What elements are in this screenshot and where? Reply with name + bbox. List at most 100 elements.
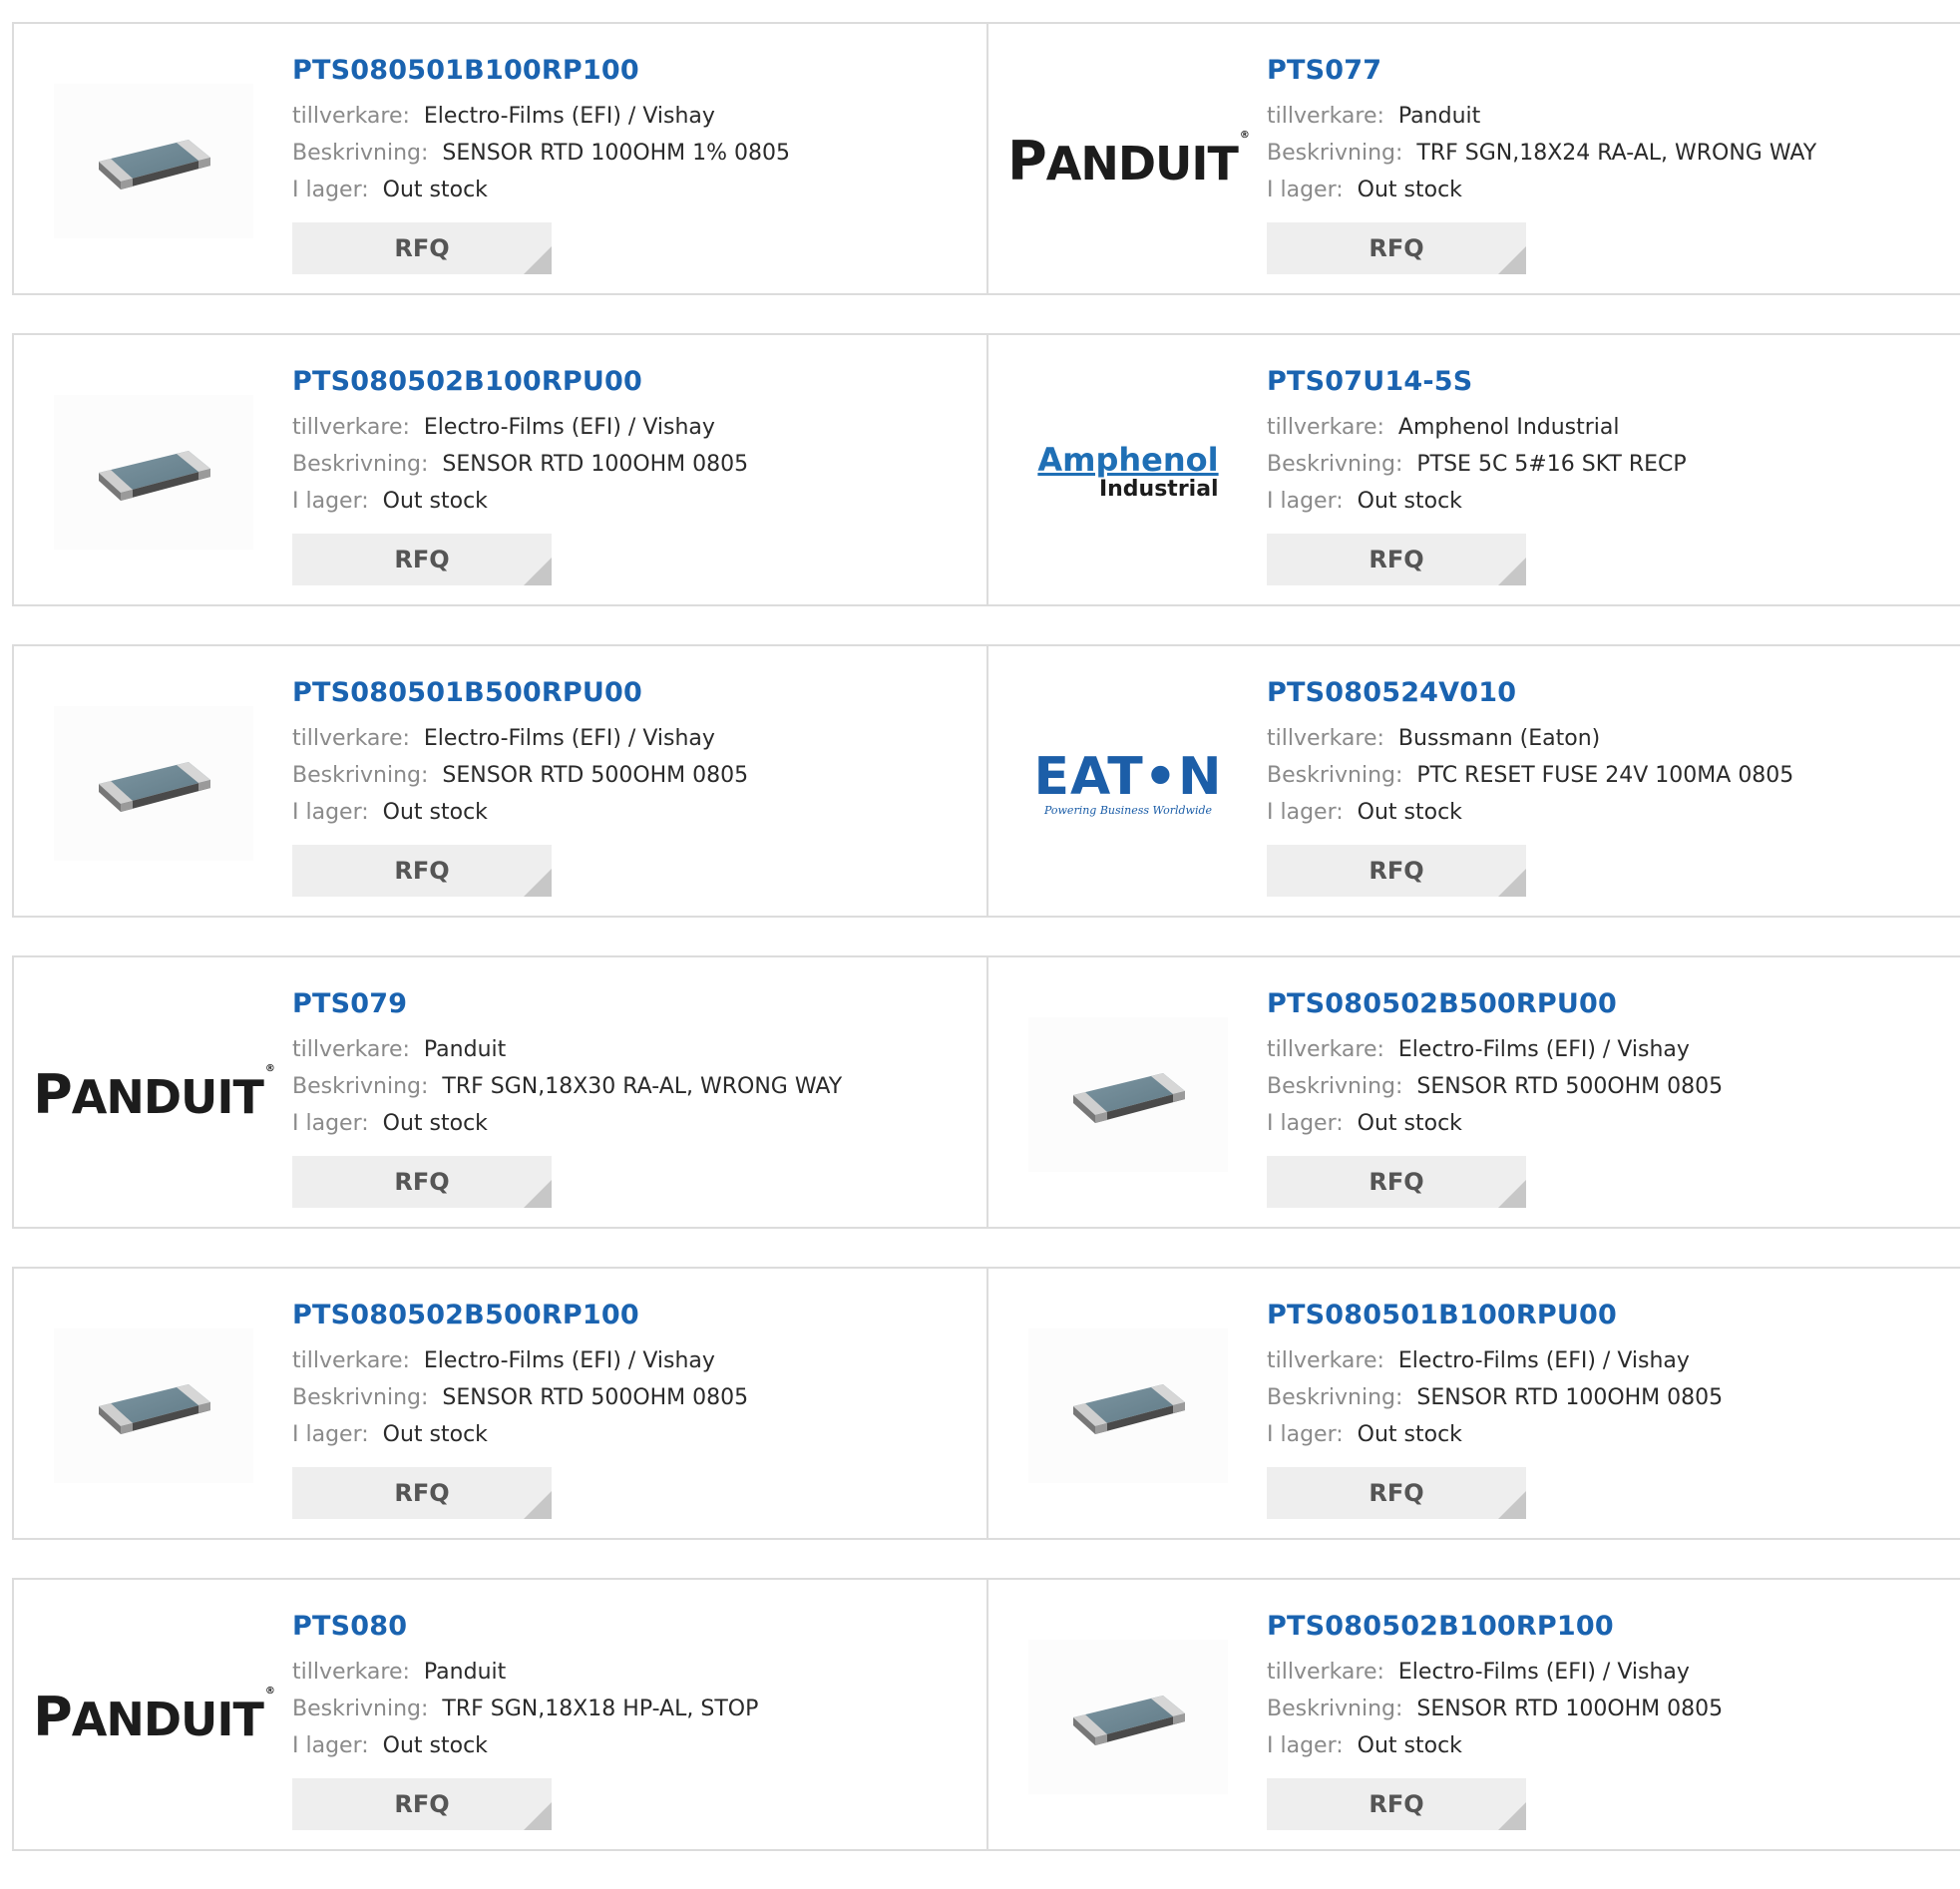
stock-value: Out stock — [1357, 178, 1462, 202]
stock-line: I lager: Out stock — [292, 1105, 842, 1142]
rfq-button[interactable]: RFQ — [1267, 1156, 1526, 1208]
rfq-button-label: RFQ — [1369, 857, 1424, 885]
rfq-button[interactable]: RFQ — [292, 845, 552, 897]
stock-line: I lager: Out stock — [1267, 1416, 1723, 1453]
manufacturer-value[interactable]: Panduit — [1398, 104, 1480, 129]
stock-value: Out stock — [382, 1733, 488, 1758]
product-row: PTS080501B500RPU00 tillverkare: Electro-Fi… — [12, 644, 1960, 918]
product-image[interactable] — [54, 1328, 253, 1483]
rfq-button[interactable]: RFQ — [292, 1156, 552, 1208]
description-label: Beskrivning: — [292, 1074, 429, 1099]
stock-line: I lager: Out stock — [1267, 1105, 1723, 1142]
part-number-link[interactable]: PTS079 — [292, 985, 842, 1023]
rfq-button[interactable]: RFQ — [1267, 534, 1526, 585]
description-line: Beskrivning: SENSOR RTD 100OHM 0805 — [1267, 1691, 1723, 1727]
manufacturer-label: tillverkare: — [1267, 1660, 1384, 1685]
part-number-link[interactable]: PTS080 — [292, 1608, 758, 1646]
product-image[interactable] — [1028, 1328, 1228, 1483]
rfq-button[interactable]: RFQ — [1267, 1467, 1526, 1519]
product-image[interactable]: PANDUIT® — [1007, 84, 1250, 238]
description-line: Beskrivning: TRF SGN,18X24 RA-AL, WRONG W… — [1267, 135, 1816, 172]
manufacturer-value[interactable]: Electro-Films (EFI) / Vishay — [424, 104, 715, 129]
product-card: PANDUIT® PTS077 tillverkare: Panduit Beskriv… — [988, 24, 1960, 293]
description-label: Beskrivning: — [292, 763, 429, 788]
part-number-link[interactable]: PTS080501B100RP100 — [292, 52, 790, 90]
rfq-button[interactable]: RFQ — [292, 222, 552, 274]
product-image[interactable] — [1028, 1640, 1228, 1794]
manufacturer-value[interactable]: Panduit — [424, 1660, 506, 1685]
manufacturer-value[interactable]: Electro-Films (EFI) / Vishay — [1398, 1348, 1690, 1373]
product-image[interactable] — [54, 706, 253, 861]
description-value: SENSOR RTD 100OHM 0805 — [1416, 1385, 1724, 1410]
manufacturer-label: tillverkare: — [1267, 1037, 1384, 1062]
description-line: Beskrivning: PTSE 5C 5#16 SKT RECP — [1267, 446, 1687, 483]
rfq-button[interactable]: RFQ — [1267, 1778, 1526, 1830]
part-number-link[interactable]: PTS080501B500RPU00 — [292, 674, 748, 712]
corner-triangle-icon — [1498, 1802, 1526, 1830]
product-info: PTS080 tillverkare: Panduit Beskrivning: TRF… — [292, 1608, 758, 1830]
manufacturer-line: tillverkare: Panduit — [1267, 98, 1816, 135]
product-info: PTS080501B100RPU00 tillverkare: Electro-Fi… — [1267, 1297, 1723, 1519]
stock-line: I lager: Out stock — [1267, 483, 1687, 520]
rfq-button[interactable]: RFQ — [1267, 222, 1526, 274]
manufacturer-line: tillverkare: Electro-Films (EFI) / Vishay — [292, 98, 790, 135]
product-image[interactable]: EAT•N Powering Business Worldwide — [1028, 706, 1228, 861]
rfq-button[interactable]: RFQ — [292, 1778, 552, 1830]
description-line: Beskrivning: SENSOR RTD 100OHM 0805 — [292, 446, 748, 483]
stock-line: I lager: Out stock — [1267, 172, 1816, 208]
corner-triangle-icon — [524, 1180, 552, 1208]
product-image[interactable] — [54, 84, 253, 238]
rfq-button[interactable]: RFQ — [1267, 845, 1526, 897]
manufacturer-value[interactable]: Electro-Films (EFI) / Vishay — [1398, 1037, 1690, 1062]
part-number-link[interactable]: PTS080501B100RPU00 — [1267, 1297, 1723, 1334]
rfq-button-label: RFQ — [394, 1790, 450, 1818]
rfq-button-label: RFQ — [1369, 234, 1424, 262]
corner-triangle-icon — [524, 1802, 552, 1830]
description-value: PTSE 5C 5#16 SKT RECP — [1416, 452, 1687, 477]
rfq-button[interactable]: RFQ — [292, 1467, 552, 1519]
product-info: PTS077 tillverkare: Panduit Beskrivning: TRF… — [1267, 52, 1816, 274]
description-label: Beskrivning: — [292, 452, 429, 477]
chip-resistor-image — [54, 1328, 253, 1483]
manufacturer-value[interactable]: Amphenol Industrial — [1398, 415, 1620, 440]
product-row: PTS080502B100RPU00 tillverkare: Electro-Fi… — [12, 333, 1960, 606]
panduit-logo: PANDUIT® — [33, 1686, 275, 1748]
product-image[interactable]: PANDUIT® — [33, 1640, 275, 1794]
rfq-button[interactable]: RFQ — [292, 534, 552, 585]
part-number-link[interactable]: PTS077 — [1267, 52, 1816, 90]
manufacturer-value[interactable]: Electro-Films (EFI) / Vishay — [1398, 1660, 1690, 1685]
manufacturer-value[interactable]: Electro-Films (EFI) / Vishay — [424, 415, 715, 440]
manufacturer-line: tillverkare: Panduit — [292, 1031, 842, 1068]
rfq-button-label: RFQ — [394, 1479, 450, 1507]
description-line: Beskrivning: TRF SGN,18X18 HP-AL, STOP — [292, 1691, 758, 1727]
stock-line: I lager: Out stock — [292, 794, 748, 831]
product-card: PANDUIT® PTS079 tillverkare: Panduit Beskriv… — [14, 957, 988, 1227]
part-number-link[interactable]: PTS080524V010 — [1267, 674, 1793, 712]
manufacturer-value[interactable]: Electro-Films (EFI) / Vishay — [424, 726, 715, 751]
product-info: PTS080502B500RPU00 tillverkare: Electro-Fi… — [1267, 985, 1723, 1208]
description-line: Beskrivning: SENSOR RTD 500OHM 0805 — [1267, 1068, 1723, 1105]
corner-triangle-icon — [1498, 869, 1526, 897]
part-number-link[interactable]: PTS080502B500RP100 — [292, 1297, 748, 1334]
manufacturer-value[interactable]: Electro-Films (EFI) / Vishay — [424, 1348, 715, 1373]
product-image[interactable]: PANDUIT® — [33, 1017, 275, 1172]
manufacturer-value[interactable]: Bussmann (Eaton) — [1398, 726, 1600, 751]
product-row: PTS080501B100RP100 tillverkare: Electro-Fi… — [12, 22, 1960, 295]
eaton-logo: EAT•N Powering Business Worldwide — [1033, 746, 1223, 817]
product-image[interactable] — [1028, 1017, 1228, 1172]
product-image[interactable] — [54, 395, 253, 550]
description-value: SENSOR RTD 500OHM 0805 — [442, 1385, 749, 1410]
part-number-link[interactable]: PTS080502B100RPU00 — [292, 363, 748, 401]
manufacturer-value[interactable]: Panduit — [424, 1037, 506, 1062]
part-number-link[interactable]: PTS07U14-5S — [1267, 363, 1687, 401]
description-label: Beskrivning: — [292, 1385, 429, 1410]
stock-label: I lager: — [292, 178, 369, 202]
part-number-link[interactable]: PTS080502B500RPU00 — [1267, 985, 1723, 1023]
part-number-link[interactable]: PTS080502B100RP100 — [1267, 1608, 1723, 1646]
chip-resistor-image — [1028, 1017, 1228, 1172]
description-label: Beskrivning: — [1267, 1385, 1403, 1410]
stock-line: I lager: Out stock — [292, 1416, 748, 1453]
product-image[interactable]: Amphenol Industrial — [1028, 395, 1228, 550]
stock-value: Out stock — [1357, 1422, 1462, 1447]
stock-label: I lager: — [292, 1733, 369, 1758]
